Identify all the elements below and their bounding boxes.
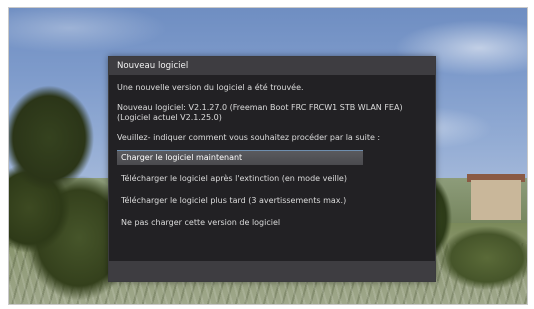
current-software-version: (Logiciel actuel V2.1.25.0) [117,113,222,122]
background-trees-left [9,78,119,304]
new-software-version: Nouveau logiciel: V2.1.27.0 (Freeman Boo… [117,103,403,112]
option-load-now-label: Charger le logiciel maintenant [121,153,243,162]
dialog-title: Nouveau logiciel [117,61,189,71]
tv-screen: Nouveau logiciel Une nouvelle version du… [8,7,528,305]
software-update-dialog: Nouveau logiciel Une nouvelle version du… [108,56,436,282]
option-download-after-shutdown-label: Télécharger le logiciel après l'extincti… [121,174,347,183]
dialog-title-bar: Nouveau logiciel [109,57,435,75]
dialog-footer-bar [109,261,435,281]
update-found-message: Une nouvelle version du logiciel a été t… [117,83,304,92]
option-load-now[interactable]: Charger le logiciel maintenant [117,150,363,165]
option-download-after-shutdown[interactable]: Télécharger le logiciel après l'extincti… [117,171,363,186]
option-skip-version[interactable]: Ne pas charger cette version de logiciel [117,215,363,230]
instruction-prompt: Veuillez- indiquer comment vous souhaite… [117,133,381,142]
option-download-later-label: Télécharger le logiciel plus tard (3 ave… [121,196,347,205]
option-skip-version-label: Ne pas charger cette version de logiciel [121,218,281,227]
option-download-later[interactable]: Télécharger le logiciel plus tard (3 ave… [117,193,363,208]
